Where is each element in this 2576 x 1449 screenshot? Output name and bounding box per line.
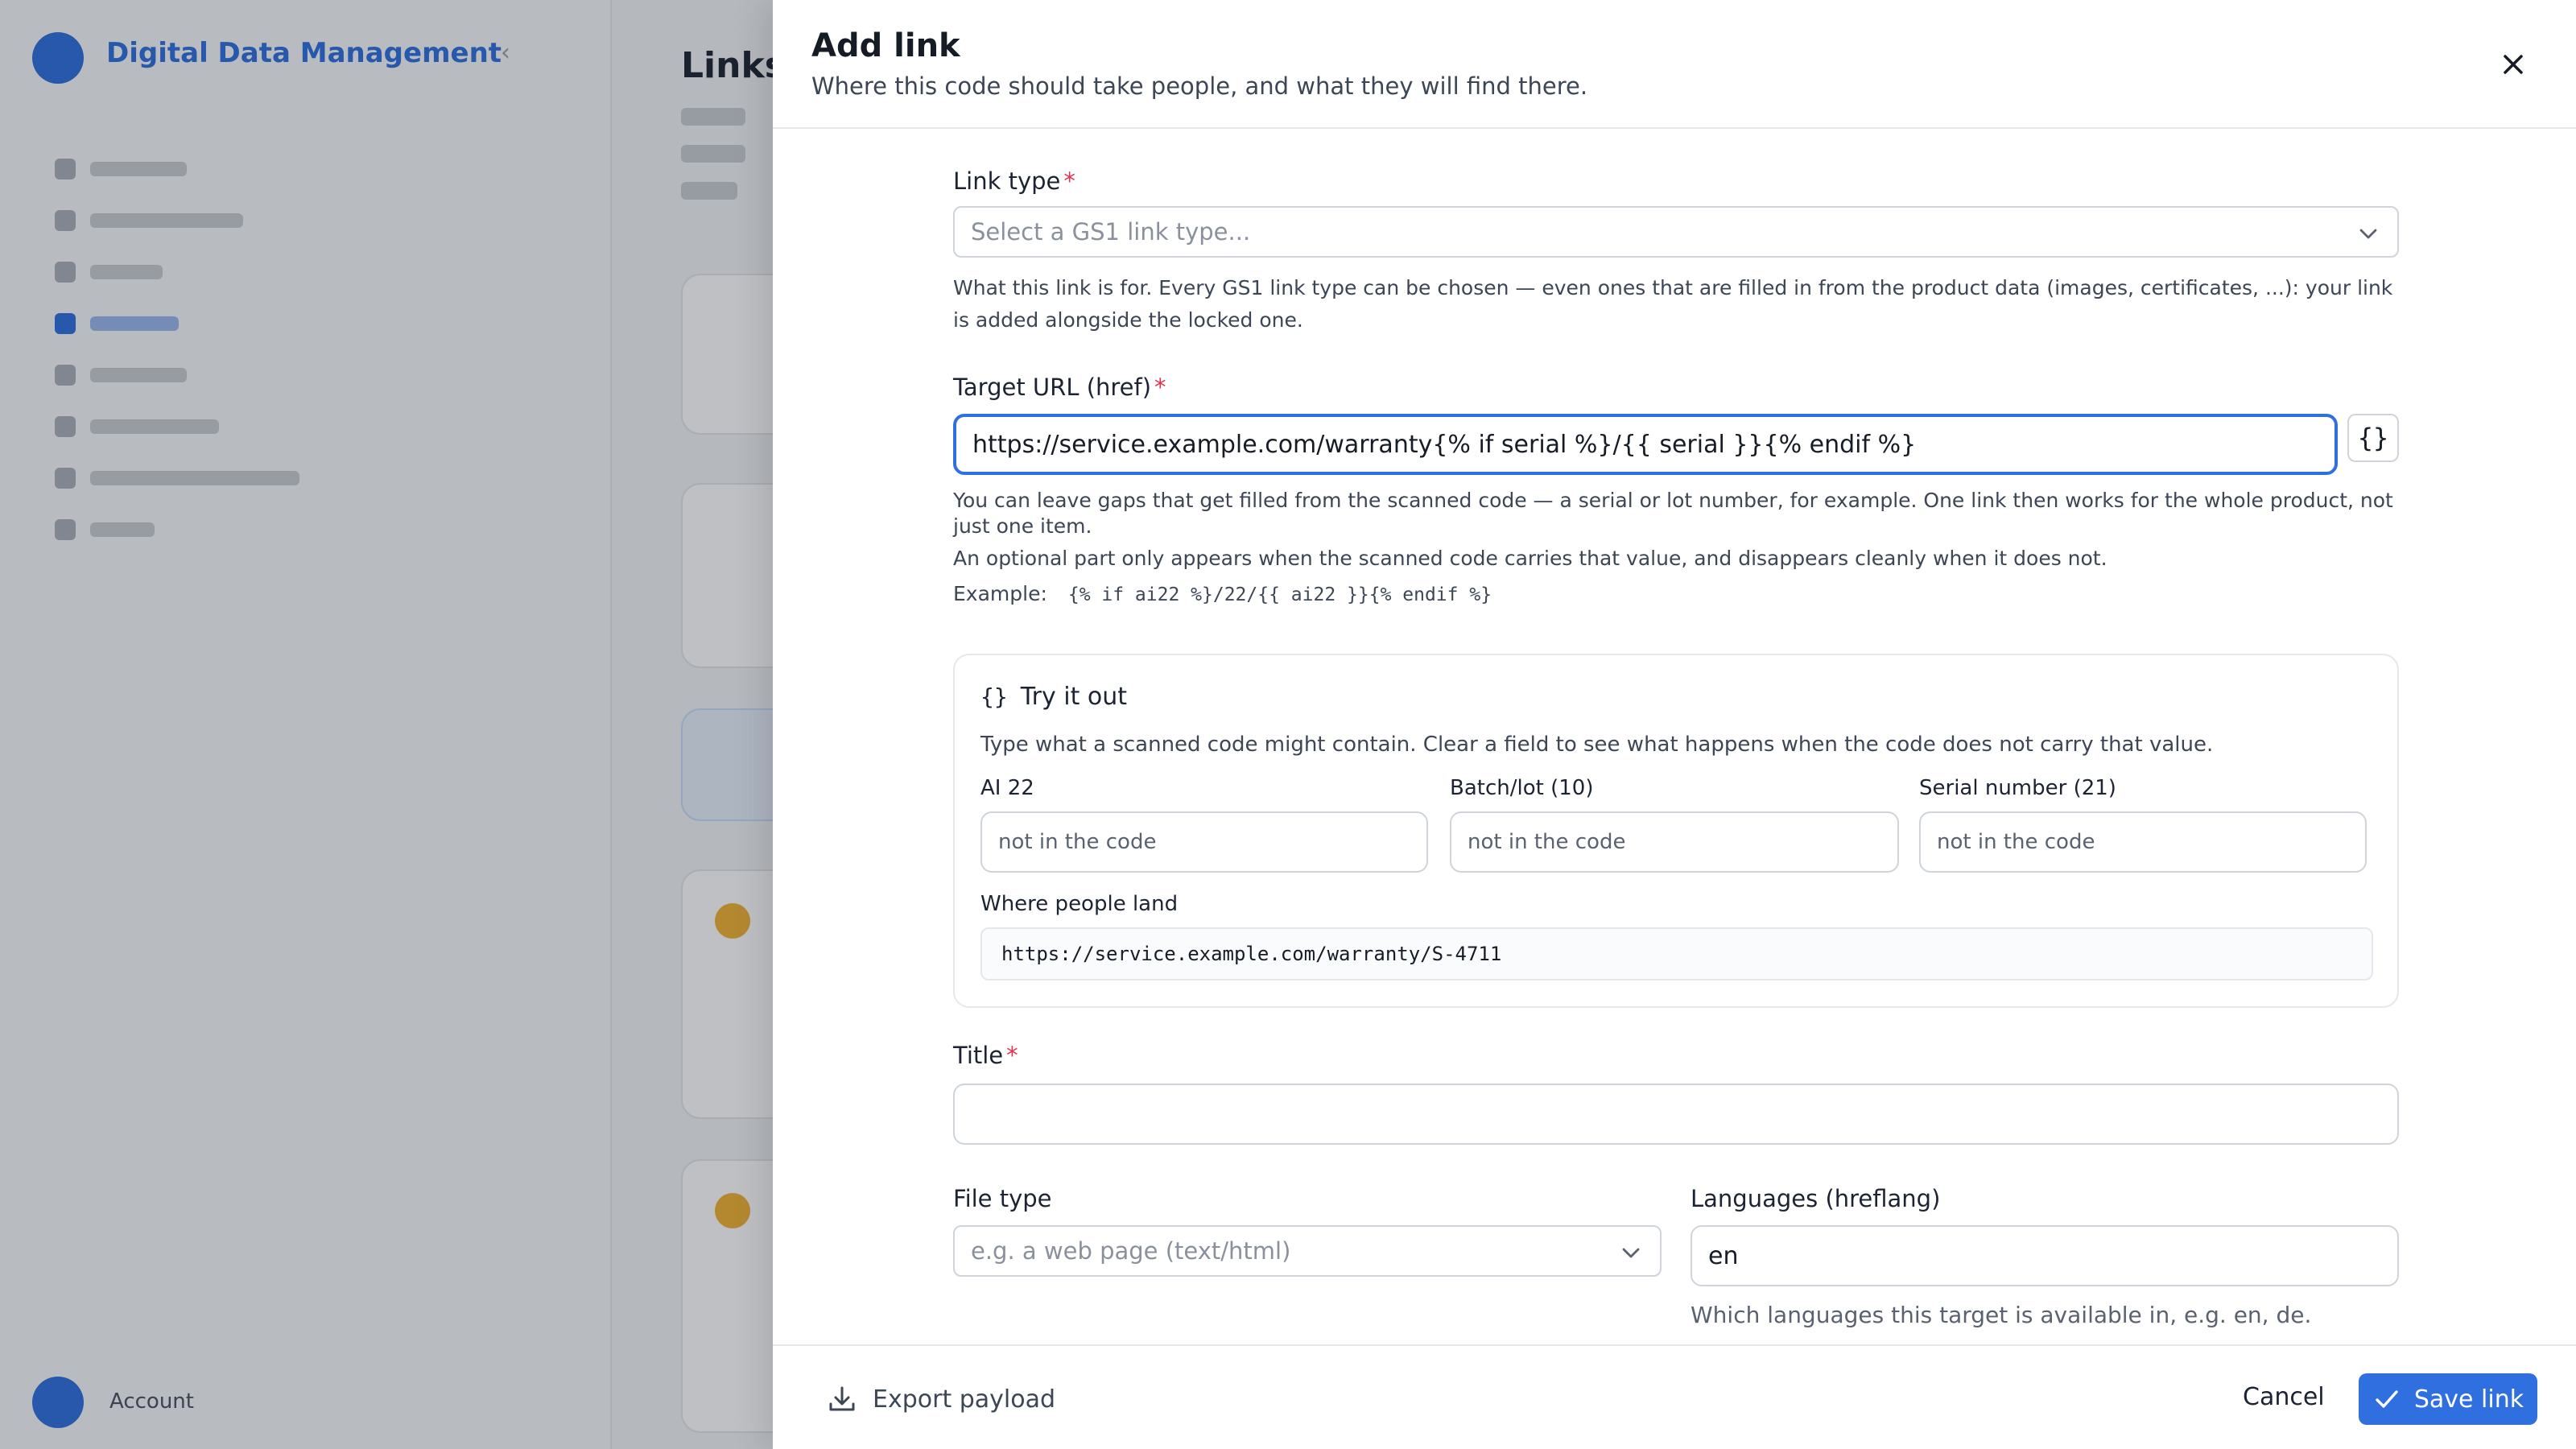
check-icon	[2376, 1390, 2398, 1408]
try-it-out-panel: {} Try it out Type what a scanned code m…	[953, 654, 2399, 1008]
example-label: Example:	[953, 582, 1047, 605]
braces-icon: {}	[980, 683, 1008, 710]
drawer-title: Add link	[811, 27, 960, 64]
try-it-out-description: Type what a scanned code might contain. …	[980, 733, 2214, 757]
chevron-down-icon	[1622, 1248, 1640, 1258]
batch-lot-input[interactable]: not in the code	[1450, 811, 1899, 873]
serial-number-input[interactable]: not in the code	[1919, 811, 2367, 873]
target-url-help-optional: An optional part only appears when the s…	[953, 547, 2107, 570]
export-payload-button[interactable]: Export payload	[826, 1383, 1055, 1415]
result-label: Where people land	[980, 892, 1179, 916]
link-type-select[interactable]: Select a GS1 link type...	[953, 206, 2399, 258]
file-type-select[interactable]: e.g. a web page (text/html)	[953, 1225, 1662, 1277]
ai22-input[interactable]: not in the code	[980, 811, 1428, 873]
drawer-footer: Export payload Cancel Save link	[773, 1344, 2576, 1449]
export-payload-label: Export payload	[873, 1385, 1056, 1414]
languages-label: Languages (hreflang)	[1690, 1185, 1941, 1212]
insert-placeholder-button[interactable]: {}	[2347, 414, 2399, 462]
save-link-button[interactable]: Save link	[2359, 1373, 2537, 1425]
save-link-label: Save link	[2413, 1385, 2524, 1414]
download-icon	[829, 1386, 855, 1411]
target-url-value: https://service.example.com/warranty{% i…	[972, 430, 1917, 459]
link-type-placeholder: Select a GS1 link type...	[971, 218, 1251, 246]
drawer-body[interactable]: Link type * Select a GS1 link type... Wha…	[773, 130, 2576, 1344]
target-url-help-gaps: You can leave gaps that get filled from …	[953, 489, 2393, 538]
try-it-out-title: Try it out	[1020, 683, 1128, 711]
link-type-label: Link type *	[953, 167, 1075, 195]
batch-lot-label: Batch/lot (10)	[1450, 776, 1594, 800]
result-url: https://service.example.com/warranty/S-4…	[980, 927, 2373, 980]
cancel-button[interactable]: Cancel	[2243, 1383, 2325, 1411]
serial-number-label: Serial number (21)	[1919, 776, 2116, 800]
close-icon	[2504, 55, 2523, 74]
title-input[interactable]	[953, 1084, 2399, 1145]
file-type-placeholder: e.g. a web page (text/html)	[971, 1237, 1291, 1265]
target-url-example: Example: {% if ai22 %}/22/{{ ai22 }}{% e…	[953, 581, 2399, 608]
target-url-input[interactable]: https://service.example.com/warranty{% i…	[953, 414, 2338, 475]
drawer-subtitle: Where this code should take people, and …	[811, 72, 1588, 100]
languages-help: Which languages this target is available…	[1690, 1302, 2312, 1328]
target-url-label: Target URL (href) *	[953, 374, 1166, 401]
link-type-help: What this link is for. Every GS1 link ty…	[953, 276, 2393, 332]
file-type-label: File type	[953, 1185, 1052, 1212]
close-button[interactable]	[2496, 47, 2531, 82]
chevron-down-icon	[2359, 229, 2377, 239]
title-label: Title *	[953, 1042, 1018, 1069]
try-it-out-heading: {} Try it out	[980, 683, 1127, 711]
example-code: {% if ai22 %}/22/{{ ai22 }}{% endif %}	[1067, 584, 1492, 605]
ai22-label: AI 22	[980, 776, 1034, 800]
drawer-header: Add link Where this code should take peo…	[773, 0, 2576, 129]
languages-input[interactable]: en	[1690, 1225, 2399, 1286]
add-link-drawer: Add link Where this code should take peo…	[773, 0, 2576, 1449]
